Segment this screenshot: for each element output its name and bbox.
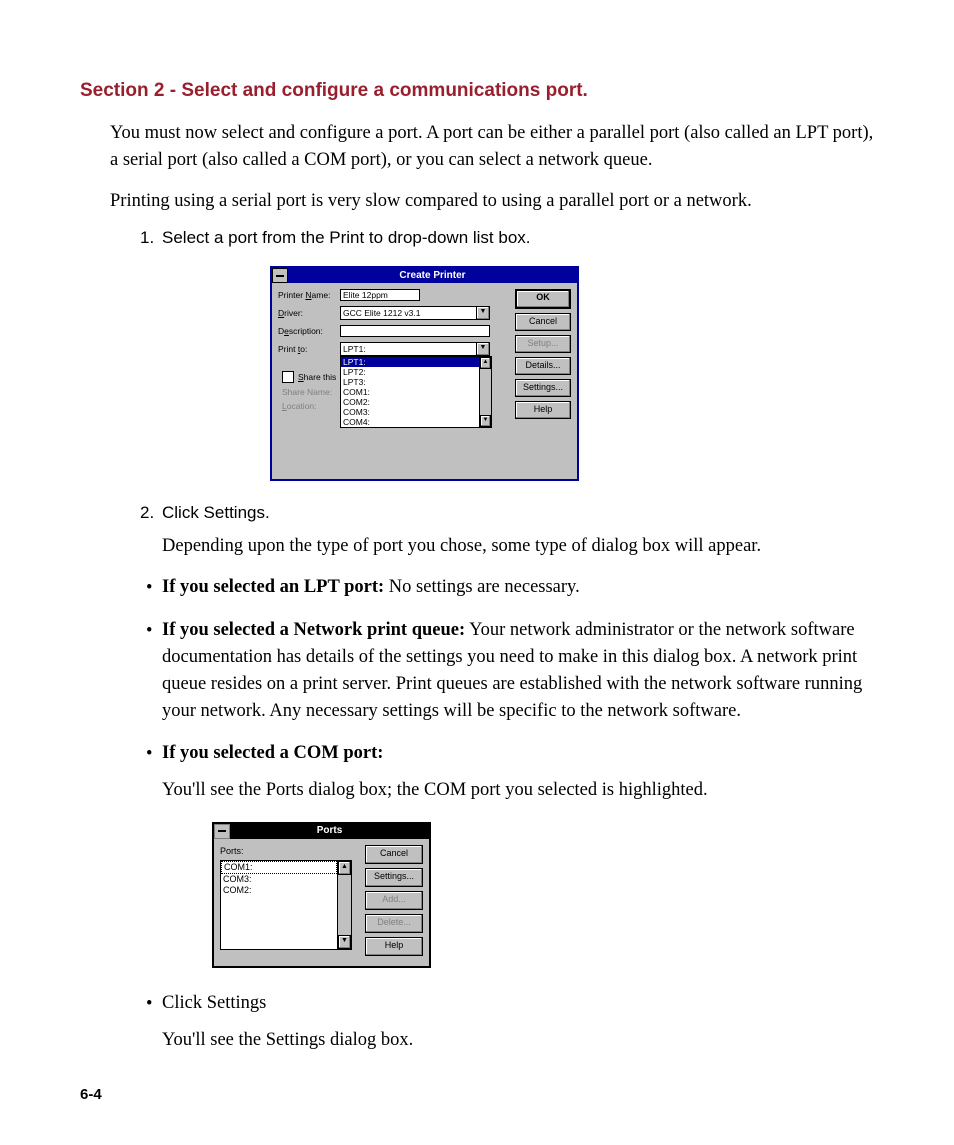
location-label: Location:	[282, 401, 340, 411]
description-label: Description:	[278, 326, 340, 336]
description-input[interactable]	[340, 325, 490, 337]
dropdown-arrow-icon[interactable]: ▼	[476, 306, 490, 320]
cancel-button[interactable]: Cancel	[515, 313, 571, 331]
driver-label: Driver:	[278, 308, 340, 318]
ports-label: Ports:	[220, 845, 357, 858]
system-menu-icon[interactable]	[214, 824, 230, 839]
port-option[interactable]: COM2:	[341, 397, 479, 407]
printer-name-input[interactable]	[340, 289, 420, 301]
help-button[interactable]: Help	[365, 937, 423, 956]
scroll-up-arrow-icon[interactable]: ▲	[338, 861, 351, 875]
section-heading: Section 2 - Select and configure a commu…	[80, 80, 874, 102]
intro-paragraph-1: You must now select and configure a port…	[80, 120, 874, 174]
driver-combo[interactable]: ▼	[340, 306, 490, 320]
dialog-title: Create Printer	[288, 270, 577, 281]
dialog-titlebar[interactable]: Create Printer	[272, 268, 577, 283]
print-to-input[interactable]	[340, 342, 476, 356]
system-menu-icon[interactable]	[272, 268, 288, 283]
scrollbar[interactable]: ▲ ▼	[479, 357, 491, 427]
scrollbar[interactable]: ▲ ▼	[337, 861, 351, 949]
settings-button[interactable]: Settings...	[515, 379, 571, 397]
driver-input[interactable]	[340, 306, 476, 320]
cancel-button[interactable]: Cancel	[365, 845, 423, 864]
help-button[interactable]: Help	[515, 401, 571, 419]
bullet-click-settings-body: You'll see the Settings dialog box.	[162, 1027, 874, 1054]
details-button[interactable]: Details...	[515, 357, 571, 375]
port-option[interactable]: COM4:	[341, 417, 479, 427]
share-checkbox[interactable]	[282, 371, 294, 383]
dialog-titlebar[interactable]: Ports	[214, 824, 429, 839]
ports-dialog: Ports Ports: COM1: COM3: COM2:	[212, 822, 431, 968]
scroll-down-arrow-icon[interactable]: ▼	[338, 935, 351, 949]
step-2-text: Click Settings.	[162, 503, 270, 522]
bullet-click-settings: • Click Settings You'll see the Settings…	[162, 990, 874, 1054]
print-to-combo[interactable]: ▼	[340, 342, 490, 356]
settings-button[interactable]: Settings...	[365, 868, 423, 887]
port-option[interactable]: COM3:	[341, 407, 479, 417]
setup-button[interactable]: Setup...	[515, 335, 571, 353]
port-item[interactable]: COM3:	[221, 874, 337, 885]
port-item[interactable]: COM1:	[221, 861, 337, 874]
step-1-text: Select a port from the Print to drop-dow…	[162, 228, 531, 247]
create-printer-dialog: Create Printer Printer Name: Driver:	[270, 266, 579, 481]
bullet-network: • If you selected a Network print queue:…	[162, 617, 874, 724]
intro-paragraph-2: Printing using a serial port is very slo…	[80, 188, 874, 215]
dialog-title: Ports	[230, 824, 429, 839]
step-2-body: Depending upon the type of port you chos…	[162, 533, 874, 560]
add-button[interactable]: Add...	[365, 891, 423, 910]
port-option[interactable]: LPT3:	[341, 377, 479, 387]
delete-button[interactable]: Delete...	[365, 914, 423, 933]
share-label: Share this	[298, 372, 336, 382]
step-number: 1.	[140, 228, 162, 248]
bullet-com: • If you selected a COM port: You'll see…	[162, 740, 874, 968]
port-option[interactable]: COM1:	[341, 387, 479, 397]
ok-button[interactable]: OK	[515, 289, 571, 309]
print-to-dropdown-list[interactable]: LPT1: LPT2: LPT3: COM1: COM2: COM3: COM4…	[340, 356, 492, 428]
scroll-down-arrow-icon[interactable]: ▼	[480, 415, 491, 427]
port-option[interactable]: LPT2:	[341, 367, 479, 377]
page-number: 6-4	[80, 1086, 102, 1103]
step-number: 2.	[140, 503, 162, 523]
port-item[interactable]: COM2:	[221, 885, 337, 896]
scroll-up-arrow-icon[interactable]: ▲	[480, 357, 491, 369]
bullet-lpt: • If you selected an LPT port: No settin…	[162, 574, 874, 601]
print-to-label: Print to:	[278, 344, 340, 354]
port-option[interactable]: LPT1:	[341, 357, 479, 367]
share-name-label: Share Name:	[282, 387, 340, 397]
bullet-com-body: You'll see the Ports dialog box; the COM…	[162, 777, 874, 804]
ports-listbox[interactable]: COM1: COM3: COM2: ▲ ▼	[220, 860, 352, 950]
dropdown-arrow-icon[interactable]: ▼	[476, 342, 490, 356]
printer-name-label: Printer Name:	[278, 290, 340, 300]
